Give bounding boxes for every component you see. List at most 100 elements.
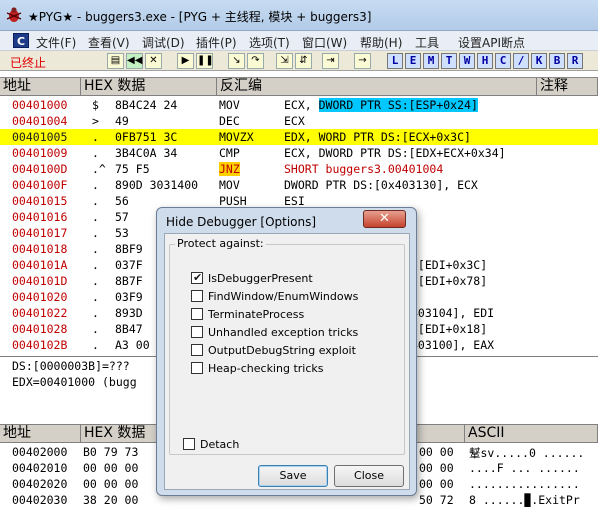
memory-map-button[interactable]: M [423,53,439,69]
go-to-icon[interactable]: → [354,53,371,69]
disasm-address: 00401018 [12,242,68,256]
column-header-disasm[interactable]: 反汇编 [217,78,537,96]
dump-hex: 38 20 00 [83,493,139,507]
disasm-operands: ECX, DWORD PTR SS:[ESP+0x24] [284,98,478,112]
disasm-operands: EDX, WORD PTR DS:[ECX+0x3C] [284,130,471,144]
menu-file[interactable]: 文件(F) [36,34,76,51]
open-icon[interactable]: ▤ [107,53,124,69]
breakpoints-button[interactable]: B [549,53,565,69]
threads-button[interactable]: T [441,53,457,69]
disasm-address: 00401015 [12,194,68,208]
group-label: Protect against: [175,237,266,250]
menu-tools[interactable]: 工具 [415,34,439,51]
disasm-hex: 3B4C0A 34 [115,146,178,160]
menu-debug[interactable]: 调试(D) [142,34,185,51]
dialog-client: Protect against: IsDebuggerPresent FindWi… [164,233,410,490]
disasm-operand-highlight: DWORD PTR SS:[ESP+0x24] [318,98,478,112]
windows-button[interactable]: W [459,53,475,69]
disasm-address: 00401009 [12,146,68,160]
disasm-opcode: MOV [219,98,240,112]
disasm-address: 0040102B [12,338,68,352]
checkbox-empty-icon[interactable] [191,308,203,320]
disasm-operands: ESI [284,194,305,208]
dump-address: 00402030 [12,493,68,507]
references-button[interactable]: R [567,53,583,69]
checkbox-empty-icon[interactable] [191,326,203,338]
title-bar: ★PYG★ - buggers3.exe - [PYG + 主线程, 模块 + … [0,0,598,31]
disasm-operand-tail: :[EDI+0x18] [411,322,488,336]
protect-option-label: FindWindow/EnumWindows [208,290,359,303]
checkbox-empty-icon[interactable] [191,290,203,302]
dump-header-ascii[interactable]: ASCII [465,425,598,443]
rewind-icon[interactable]: ◀◀ [126,53,143,69]
menu-plugins[interactable]: 插件(P) [196,34,237,51]
disasm-hex: 49 [115,114,129,128]
close-icon[interactable]: ✕ [145,53,162,69]
hide-debugger-dialog: Hide Debugger [Options] ✕ Protect agains… [156,207,417,496]
disasm-hex: 037F [115,258,143,272]
disasm-hex: 75 F5 [115,162,150,176]
menu-window[interactable]: 窗口(W) [302,34,347,51]
disasm-address: 00401000 [12,98,68,112]
column-header-address[interactable]: 地址 [0,78,81,96]
disasm-row[interactable]: 0040100D .^ 75 F5 JNZ SHORT buggers3.0040100… [0,161,598,177]
disasm-hex: 56 [115,194,129,208]
checkbox-empty-icon[interactable] [191,362,203,374]
protect-option-label: OutputDebugString exploit [208,344,356,357]
disasm-operands: DWORD PTR DS:[0x403130], ECX [284,178,478,192]
disasm-row[interactable]: 00401004 >49 DEC ECX [0,113,598,129]
log-window-button[interactable]: L [387,53,403,69]
trace-over-icon[interactable]: ⇵ [295,53,312,69]
step-over-icon[interactable]: ↷ [247,53,264,69]
disasm-marker: . [92,258,99,272]
column-header-hex[interactable]: HEX 数据 [81,78,217,96]
column-header-comment[interactable]: 注释 [537,78,598,96]
disasm-opcode: MOV [219,178,240,192]
disasm-marker: . [92,290,99,304]
patches-button[interactable]: / [513,53,529,69]
cpu-window-icon[interactable]: C [13,33,29,48]
disasm-marker: . [92,338,99,352]
trace-into-icon[interactable]: ⇲ [276,53,293,69]
disasm-operands: ECX, DWORD PTR DS:[EDX+ECX+0x34] [284,146,506,160]
run-icon[interactable]: ▶ [177,53,194,69]
checkbox-checked-icon[interactable] [191,271,203,284]
disasm-hex: 893D [115,306,143,320]
disasm-operand-tail: :[EDI+0x78] [411,274,488,288]
close-button[interactable]: Close [334,465,404,487]
disasm-address: 00401017 [12,226,68,240]
disasm-marker: . [92,226,99,240]
cpu-button[interactable]: C [495,53,511,69]
disasm-opcode: DEC [219,114,240,128]
disasm-marker: . [92,242,99,256]
execute-till-return-icon[interactable]: ⇥ [322,53,339,69]
disasm-opcode: MOVZX [219,130,254,144]
call-stack-button[interactable]: K [531,53,547,69]
disasm-opcode: PUSH [219,194,247,208]
pause-icon[interactable]: ❚❚ [196,53,214,69]
detach-checkbox-box[interactable] [183,438,195,450]
disasm-hex: 8B4C24 24 [115,98,178,112]
menu-view[interactable]: 查看(V) [88,34,130,51]
disasm-hex: 53 [115,226,129,240]
menu-set-api-breakpoint[interactable]: 设置API断点 [458,34,525,51]
disasm-operand-text: ECX, [284,98,319,112]
disasm-row[interactable]: 00401005. 0FB751 3C MOVZX EDX, WORD PTR DS:… [0,129,598,145]
disasm-address: 00401004 [12,114,68,128]
step-into-icon[interactable]: ↘ [228,53,245,69]
close-x-icon[interactable]: ✕ [363,210,406,228]
handles-button[interactable]: H [477,53,493,69]
disasm-row[interactable]: 00401009. 3B4C0A 34 CMP ECX, DWORD PTR DS:[… [0,145,598,161]
dump-header-address[interactable]: 地址 [0,425,81,443]
disasm-marker: . [92,178,99,192]
disasm-row[interactable]: 00401000 $8B4C24 24 MOV ECX, DWORD PTR SS:[… [0,97,598,113]
executable-modules-button[interactable]: E [405,53,421,69]
disasm-row[interactable]: 0040100F. 890D 3031400 MOV DWORD PTR DS:[0x… [0,177,598,193]
menu-options[interactable]: 选项(T) [249,34,290,51]
save-button[interactable]: Save [258,465,328,487]
disasm-opcode: JNZ [219,162,240,176]
checkbox-empty-icon[interactable] [191,344,203,356]
disasm-hex: 8B47 [115,322,143,336]
disasm-marker: . [92,130,99,144]
menu-help[interactable]: 帮助(H) [360,34,402,51]
